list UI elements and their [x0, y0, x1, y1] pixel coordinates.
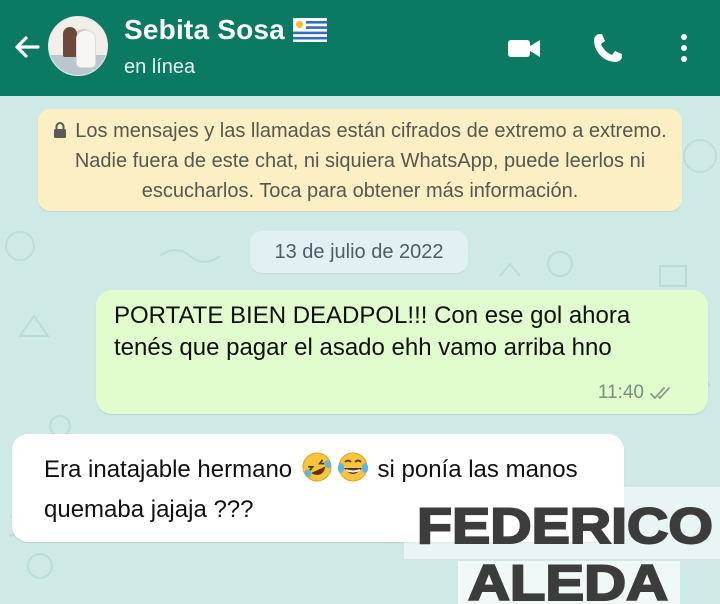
watermark-line1: FEDERICO	[417, 498, 713, 554]
chat-header: Sebita Sosa en línea	[0, 0, 720, 96]
outgoing-message[interactable]: PORTATE BIEN DEADPOL!!! Con ese gol ahor…	[96, 290, 708, 414]
rolling-laughing-emoji	[302, 452, 332, 482]
contact-status: en línea	[124, 56, 196, 78]
back-arrow-icon[interactable]	[8, 28, 46, 66]
contact-name[interactable]: Sebita Sosa	[124, 14, 285, 46]
encryption-notice-text: Los mensajes y las llamadas están cifrad…	[74, 120, 667, 202]
phone-icon[interactable]	[588, 28, 628, 68]
lock-icon	[54, 122, 67, 138]
avatar[interactable]	[48, 16, 108, 76]
message-text: PORTATE BIEN DEADPOL!!! Con ese gol ahor…	[114, 302, 631, 361]
tears-of-joy-emoji	[337, 452, 369, 482]
double-check-icon	[650, 387, 670, 400]
encryption-notice[interactable]: Los mensajes y las llamadas están cifrad…	[38, 109, 682, 211]
more-vert-icon[interactable]	[664, 28, 704, 68]
watermark: FEDERICO ALEDA	[416, 497, 714, 604]
uruguay-flag-icon	[292, 18, 327, 42]
video-call-icon[interactable]	[504, 28, 544, 68]
date-chip: 13 de julio de 2022	[250, 231, 468, 273]
watermark-line2: ALEDA	[468, 555, 668, 604]
contact-name-row[interactable]: Sebita Sosa	[124, 14, 327, 46]
message-text-start: Era inatajable hermano	[44, 456, 293, 483]
message-time: 11:40	[597, 382, 644, 403]
